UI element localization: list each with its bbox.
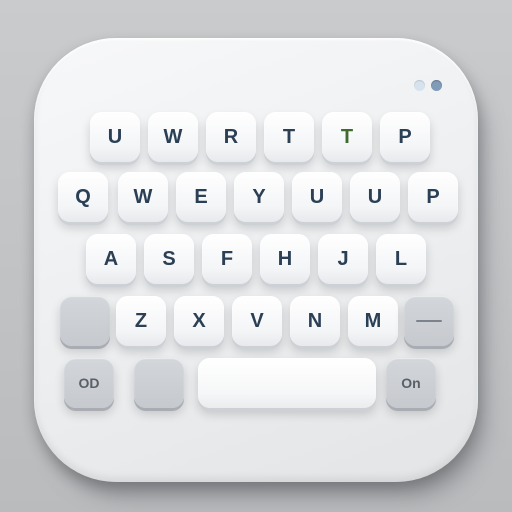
right-function-key[interactable]: On xyxy=(386,358,436,408)
key-row3-6[interactable]: L xyxy=(376,234,426,284)
key-row2-1[interactable]: Q xyxy=(58,172,108,222)
key-row1-2[interactable]: W xyxy=(148,112,198,162)
dot-light-icon xyxy=(414,80,425,91)
key-row2-7[interactable]: P xyxy=(408,172,458,222)
key-row3-5[interactable]: J xyxy=(318,234,368,284)
key-row1-4[interactable]: T xyxy=(264,112,314,162)
key-row3-1[interactable]: A xyxy=(86,234,136,284)
delete-key[interactable] xyxy=(404,296,454,346)
dot-dark-icon xyxy=(431,80,442,91)
window-dots xyxy=(414,80,442,91)
key-row2-3[interactable]: E xyxy=(176,172,226,222)
space-bar[interactable] xyxy=(198,358,376,408)
key-row1-5[interactable]: T xyxy=(322,112,372,162)
key-row2-2[interactable]: W xyxy=(118,172,168,222)
key-row2-5[interactable]: U xyxy=(292,172,342,222)
key-row1-3[interactable]: R xyxy=(206,112,256,162)
key-row2-6[interactable]: U xyxy=(350,172,400,222)
shift-key[interactable] xyxy=(60,296,110,346)
key-row4-2[interactable]: X xyxy=(174,296,224,346)
key-row4-3[interactable]: V xyxy=(232,296,282,346)
key-row4-4[interactable]: N xyxy=(290,296,340,346)
key-row4-5[interactable]: M xyxy=(348,296,398,346)
key-row1-6[interactable]: P xyxy=(380,112,430,162)
key-row2-4[interactable]: Y xyxy=(234,172,284,222)
globe-key[interactable] xyxy=(134,358,184,408)
key-row3-2[interactable]: S xyxy=(144,234,194,284)
key-row4-1[interactable]: Z xyxy=(116,296,166,346)
key-row1-1[interactable]: U xyxy=(90,112,140,162)
key-row3-4[interactable]: H xyxy=(260,234,310,284)
minus-icon xyxy=(416,320,442,322)
left-function-key[interactable]: OD xyxy=(64,358,114,408)
keyboard-app-icon[interactable]: U W R T T P Q W E Y U U P A S F H J L Z … xyxy=(34,38,478,482)
key-row3-3[interactable]: F xyxy=(202,234,252,284)
